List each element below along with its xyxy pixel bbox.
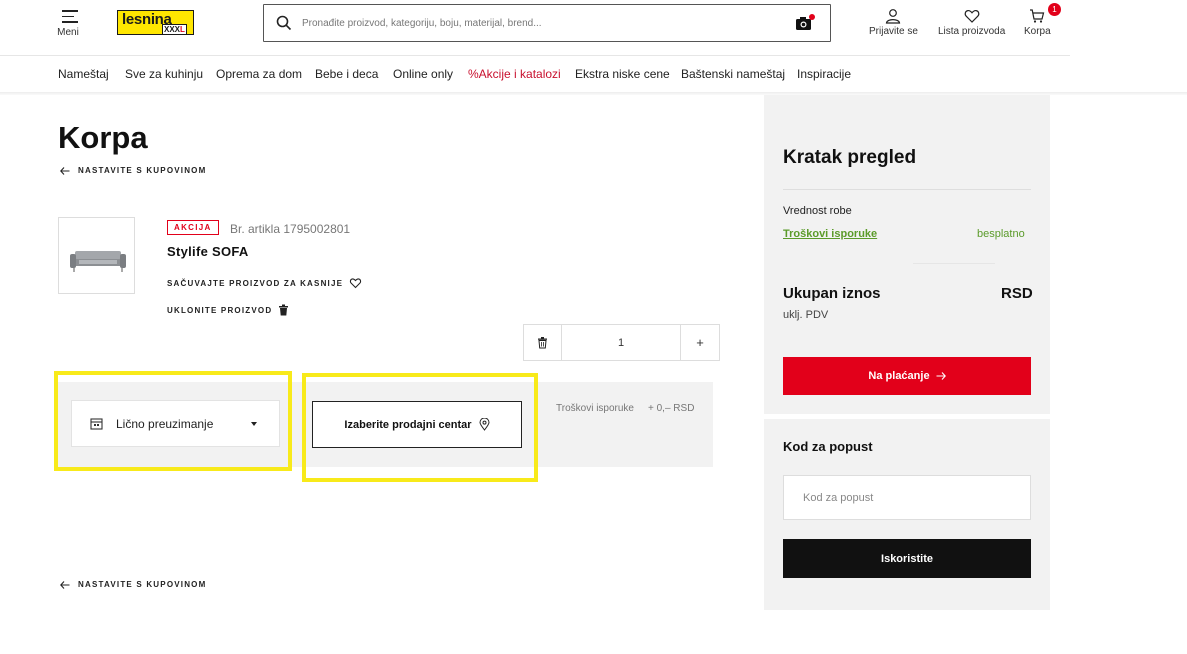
quantity-plus-button[interactable]: + [680,325,719,360]
cart-count-badge: 1 [1048,3,1061,16]
nav-item-akcije[interactable]: %Akcije i katalozi [468,67,561,81]
nav-item-bastenski[interactable]: Baštenski nameštaj [681,67,785,81]
continue-shopping-link-bottom[interactable]: NASTAVITE S KUPOVINOM [60,580,206,589]
goods-value-label: Vrednost robe [783,205,852,217]
summary-divider [783,189,1031,190]
arrow-left-icon [60,580,70,589]
nav-item-oprema[interactable]: Oprema za dom [216,67,302,81]
article-number: Br. artikla 1795002801 [230,222,351,236]
total-currency: RSD [1001,285,1033,302]
camera-search-icon[interactable] [794,13,816,33]
heart-icon [350,278,362,289]
trash-icon [279,304,289,316]
search-icon[interactable] [276,15,292,31]
discount-title: Kod za popust [783,439,873,454]
cart-label: Korpa [1024,26,1051,37]
nav-item-namestaj[interactable]: Nameštaj [58,67,109,81]
search-input[interactable] [302,13,772,33]
quantity-stepper: 1 + [523,324,720,361]
checkout-button[interactable]: Na plaćanje [783,357,1031,395]
product-image[interactable] [58,217,135,294]
cart-icon [1030,9,1045,23]
nav-item-kuhinja[interactable]: Sve za kuhinju [125,67,203,81]
wishlist-label: Lista proizvoda [938,26,1006,37]
shipping-cost-value: + 0,– RSD [648,403,695,414]
summary-divider [913,263,995,264]
nav-item-bebe[interactable]: Bebe i deca [315,67,378,81]
highlight-box-pickup [54,371,292,471]
login-button[interactable]: Prijavite se [869,8,918,37]
cart-button[interactable]: Korpa 1 [1024,3,1061,37]
vat-included-label: uklj. PDV [783,309,829,321]
continue-shopping-link-top[interactable]: NASTAVITE S KUPOVINOM [60,166,206,175]
user-icon [886,9,901,24]
wishlist-button[interactable]: Lista proizvoda [938,8,1005,37]
save-for-later-button[interactable]: SAČUVAJTE PROIZVOD ZA KASNIJE [167,277,362,289]
nav-item-ekstra-niske-cene[interactable]: Ekstra niske cene [575,67,670,81]
lesnina-logo[interactable]: lesnina XXXL [117,10,194,35]
quantity-value[interactable]: 1 [562,325,680,360]
remove-product-button[interactable]: UKLONITE PROIZVOD [167,304,289,316]
login-label: Prijavite se [869,26,918,37]
sofa-image [70,251,126,272]
nav-item-inspiracije[interactable]: Inspiracije [797,67,851,81]
sale-badge: AKCIJA [167,220,219,235]
main-navigation: Nameštaj Sve za kuhinju Oprema za dom Be… [0,56,1070,90]
trash-icon [538,337,547,349]
shipping-free-value: besplatno [977,228,1025,240]
menu-button[interactable]: Meni [57,10,82,38]
arrow-right-icon [936,372,946,380]
arrow-left-icon [60,166,70,175]
quantity-delete-button[interactable] [524,325,562,360]
heart-icon [964,9,979,23]
page-title: Korpa [58,120,148,155]
shipping-cost-label: Troškovi isporuke [556,403,634,414]
highlight-box-store [302,373,538,482]
total-label: Ukupan iznos [783,285,881,302]
logo-xxxl: XXXL [162,24,187,35]
nav-item-online-only[interactable]: Online only [393,67,453,81]
summary-title: Kratak pregled [783,147,917,168]
discount-code-input[interactable] [783,475,1031,520]
site-header: Meni lesnina XXXL Prijavite se Lista pro… [0,0,1070,56]
search-bar [263,4,831,42]
apply-discount-button[interactable]: Iskoristite [783,539,1031,578]
hamburger-icon [62,10,78,23]
menu-label: Meni [57,26,79,38]
shipping-costs-link[interactable]: Troškovi isporuke [783,228,877,240]
product-name[interactable]: Stylife SOFA [167,244,249,259]
